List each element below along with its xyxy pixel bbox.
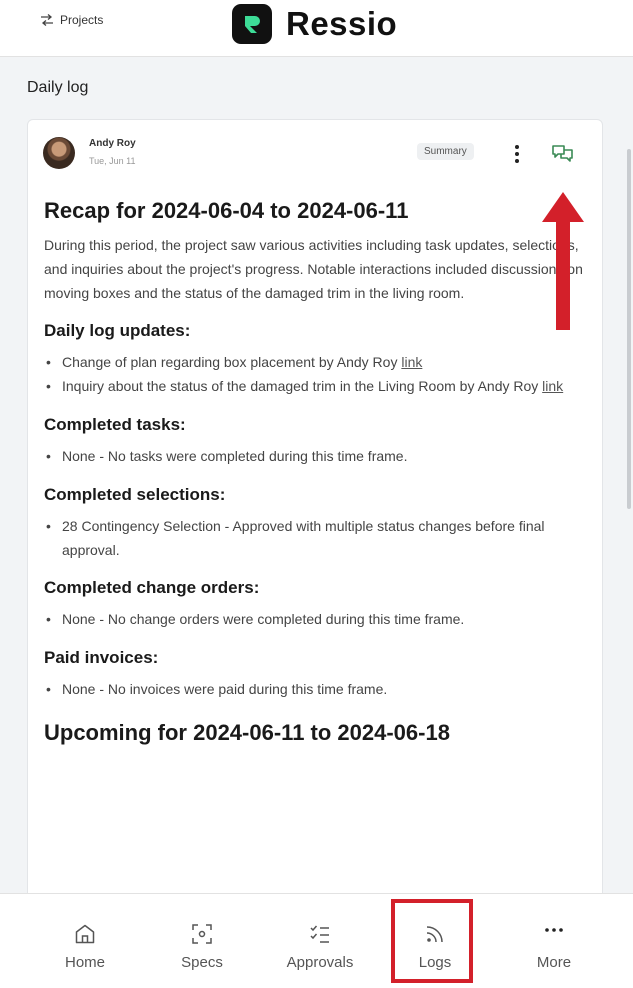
list-item: 28 Contingency Selection - Approved with… [44, 515, 586, 563]
projects-link[interactable]: Projects [40, 13, 103, 27]
paid-invoices-heading: Paid invoices: [44, 648, 159, 668]
more-horizontal-icon [545, 928, 563, 932]
daily-log-heading: Daily log updates: [44, 321, 191, 341]
top-bar: Projects Ressio [0, 0, 633, 57]
comments-icon[interactable] [550, 143, 576, 165]
list-item: None - No invoices were paid during this… [44, 678, 586, 702]
projects-label: Projects [60, 13, 104, 27]
completed-selections-heading: Completed selections: [44, 484, 226, 504]
scan-icon [192, 924, 212, 944]
completed-change-orders-heading: Completed change orders: [44, 578, 260, 598]
log-card: Andy Roy Tue, Jun 11 Summary Recap for 2… [27, 119, 603, 911]
daily-log-list: Change of plan regarding box placement b… [44, 351, 586, 399]
completed-tasks-heading: Completed tasks: [44, 414, 186, 434]
nav-specs[interactable]: Specs [171, 894, 233, 988]
more-vertical-icon[interactable] [509, 143, 525, 165]
card-header: Andy Roy Tue, Jun 11 Summary [28, 120, 602, 190]
logs-highlight-annotation [391, 899, 473, 983]
nav-more-label: More [536, 954, 572, 971]
home-icon [75, 924, 95, 944]
scrollbar[interactable] [627, 149, 631, 509]
nav-home[interactable]: Home [55, 894, 115, 988]
recap-title: Recap for 2024-06-04 to 2024-06-11 [44, 198, 409, 223]
upcoming-title: Upcoming for 2024-06-11 to 2024-06-18 [44, 719, 450, 745]
log-date: Tue, Jun 11 [89, 156, 136, 166]
list-item: Change of plan regarding box placement b… [44, 351, 586, 375]
completed-selections-list: 28 Contingency Selection - Approved with… [44, 515, 586, 563]
brand-name: Ressio [286, 5, 398, 42]
log-content: Recap for 2024-06-04 to 2024-06-11 Durin… [28, 198, 602, 746]
page-area: Daily log Andy Roy Tue, Jun 11 Summary R… [0, 57, 633, 911]
completed-tasks-list: None - No tasks were completed during th… [44, 445, 586, 469]
daily-log-link[interactable]: link [401, 354, 422, 370]
list-item-text: Inquiry about the status of the damaged … [62, 378, 539, 395]
paid-invoices-list: None - No invoices were paid during this… [44, 678, 586, 702]
list-item-text: Change of plan regarding box placement b… [62, 354, 398, 371]
list-item: None - No tasks were completed during th… [44, 445, 586, 469]
nav-home-label: Home [64, 954, 105, 971]
nav-specs-label: Specs [181, 954, 223, 971]
annotation-arrow-icon [542, 192, 584, 330]
checklist-icon [310, 925, 329, 943]
nav-approvals-label: Approvals [286, 954, 354, 971]
page-title: Daily log [27, 79, 89, 96]
list-item: None - No change orders were completed d… [44, 608, 586, 632]
summary-badge: Summary [417, 143, 474, 160]
recap-intro: During this period, the project saw vari… [44, 237, 583, 301]
author-name: Andy Roy [89, 138, 136, 149]
daily-log-link[interactable]: link [542, 378, 563, 394]
list-item: Inquiry about the status of the damaged … [44, 375, 586, 399]
bottom-nav: Home Specs Approvals Logs More [0, 893, 633, 988]
nav-more[interactable]: More [524, 894, 584, 988]
completed-change-orders-list: None - No change orders were completed d… [44, 608, 586, 632]
brand-logo: Ressio [232, 4, 397, 44]
avatar [43, 137, 75, 169]
swap-arrows-icon [41, 14, 53, 26]
ressio-logo-icon [232, 4, 272, 44]
nav-approvals[interactable]: Approvals [278, 894, 362, 988]
